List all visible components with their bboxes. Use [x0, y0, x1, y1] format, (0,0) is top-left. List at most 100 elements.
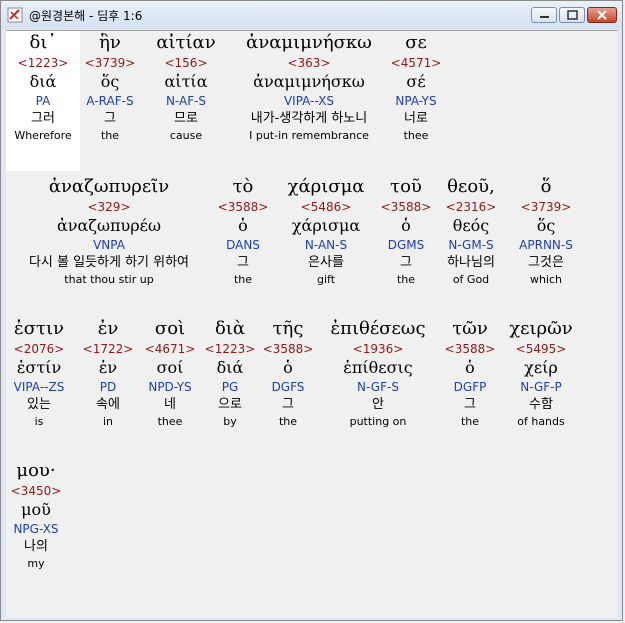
strong-number: <4571> [390, 56, 442, 70]
strong-number: <3588> [444, 342, 496, 356]
lemma: χάρισμα [291, 216, 361, 235]
english-gloss: the [100, 129, 120, 142]
close-button[interactable] [587, 7, 617, 23]
word-block[interactable]: τοῦ <3588> ὁ DGMS 그 the [378, 175, 434, 289]
english-gloss: in [102, 415, 114, 428]
word-block[interactable]: θεοῦ, <2316> θεός N-GM-S 하나님의 of God [438, 175, 504, 289]
lemma: μοῦ [21, 500, 51, 519]
strong-number: <5486> [300, 200, 352, 214]
parsing: DGFS [271, 380, 305, 394]
greek-word: σε [405, 32, 427, 53]
greek-word: ἐστιν [14, 318, 64, 339]
english-gloss: Wherefore [14, 129, 72, 142]
english-gloss: the [396, 273, 416, 286]
parsing: VNPA [93, 238, 125, 252]
lemma: διά [29, 72, 57, 91]
korean-gloss: 그 [237, 255, 249, 270]
lemma: ὅς [536, 216, 556, 235]
minimize-button[interactable] [531, 7, 557, 23]
word-block[interactable]: χάρισμα <5486> χάρισμα N-AN-S 은사를 gift [276, 175, 376, 289]
word-block[interactable]: ἐπιθέσεως <1936> ἐπίθεσις N-GF-S 안 putti… [320, 317, 436, 431]
korean-gloss: 내가-생각하게 하노니 [250, 111, 368, 126]
word-block[interactable]: τῶν <3588> ὁ DGFP 그 the [442, 317, 498, 431]
english-gloss: is [34, 415, 44, 428]
greek-word: ἣν [99, 32, 121, 53]
strong-number: <5495> [515, 342, 567, 356]
greek-word: τοῦ [390, 176, 422, 197]
strong-number: <3739> [84, 56, 136, 70]
window-title: @원경본해 - 딤후 1:6 [29, 9, 143, 23]
strong-number: <329> [87, 200, 131, 214]
strong-number: <1223> [17, 56, 69, 70]
word-block[interactable]: δι᾽ <1223> διά PA 그러 Wherefore [6, 31, 80, 171]
korean-gloss: 하나님의 [447, 255, 495, 270]
greek-word: τὸ [232, 176, 254, 197]
strong-number: <2316> [445, 200, 497, 214]
english-gloss: gift [316, 273, 336, 286]
word-block[interactable]: ὅ <3739> ὅς APRNN-S 그것은 which [508, 175, 584, 289]
parsing: NPA-YS [395, 94, 437, 108]
korean-gloss: 속에 [96, 397, 120, 412]
korean-gloss: 은사를 [308, 255, 344, 270]
word-block[interactable]: ἐστιν <2076> ἐστίν VIPA--ZS 있는 is [6, 317, 72, 431]
word-block[interactable]: ἣν <3739> ὅς A-RAF-S 그 the [80, 31, 140, 145]
word-block[interactable]: ἐν <1722> ἐν PD 속에 in [80, 317, 136, 431]
korean-gloss: 너로 [404, 111, 428, 126]
lemma: ὁ [283, 358, 293, 377]
word-block[interactable]: σε <4571> σέ NPA-YS 너로 thee [386, 31, 446, 145]
maximize-button[interactable] [559, 7, 585, 23]
lemma: θεός [452, 216, 490, 235]
word-block[interactable]: ἀναμιμνήσκω <363> ἀναμιμνήσκω VIPA--XS 내… [234, 31, 384, 145]
english-gloss: which [529, 273, 563, 286]
app-icon [7, 7, 23, 23]
parsing: VIPA--ZS [13, 380, 65, 394]
english-gloss: by [223, 415, 237, 428]
word-block[interactable]: σοὶ <4671> σοί NPD-YS 네 thee [140, 317, 200, 431]
lemma: ἐστίν [16, 358, 62, 377]
greek-word: ἐν [97, 318, 119, 339]
korean-gloss: 그 [464, 397, 476, 412]
interlinear-panel[interactable]: δι᾽ <1223> διά PA 그러 Wherefore ἣν <3739>… [6, 30, 618, 618]
lemma: ὁ [401, 216, 411, 235]
word-block[interactable]: διὰ <1223> διά PG 으로 by [202, 317, 258, 431]
greek-word: ἐπιθέσεως [330, 318, 426, 339]
parsing: PD [99, 380, 117, 394]
minimize-icon [540, 16, 549, 18]
korean-gloss: 다시 볼 일듯하게 하기 위하여 [28, 255, 190, 270]
strong-number: <3739> [520, 200, 572, 214]
korean-gloss: 으로 [218, 397, 242, 412]
parsing: VIPA--XS [283, 94, 335, 108]
maximize-icon [567, 10, 578, 20]
greek-word: ὅ [540, 176, 552, 197]
lemma: ἐν [98, 358, 118, 377]
parsing: NPD-YS [148, 380, 192, 394]
word-block[interactable]: αἰτίαν <156> αἰτία N-AF-S 므로 cause [142, 31, 230, 145]
korean-gloss: 그것은 [528, 255, 564, 270]
parsing: N-AF-S [165, 94, 207, 108]
word-block[interactable]: τὸ <3588> ὁ DANS 그 the [214, 175, 272, 289]
english-gloss: I put-in remembrance [249, 129, 369, 142]
parsing: PG [221, 380, 239, 394]
close-icon [597, 10, 607, 20]
english-gloss: thee [157, 415, 183, 428]
parsing: A-RAF-S [86, 94, 134, 108]
word-block[interactable]: τῆς <3588> ὁ DGFS 그 the [260, 317, 316, 431]
greek-word: ἀναζωπυρεῖν [48, 176, 170, 197]
word-block[interactable]: χειρῶν <5495> χείρ N-GF-P 수함 of hands [502, 317, 580, 431]
greek-word: σοὶ [154, 318, 186, 339]
word-block[interactable]: μου· <3450> μοῦ NPG-XS 나의 my [6, 459, 66, 573]
parsing: N-GF-S [357, 380, 399, 394]
greek-word: μου· [16, 460, 56, 481]
word-block[interactable]: ἀναζωπυρεῖν <329> ἀναζωπυρέω VNPA 다시 볼 일… [6, 175, 212, 289]
lemma: ἐπίθεσις [343, 358, 413, 377]
english-gloss: thee [403, 129, 429, 142]
greek-word: θεοῦ, [447, 176, 495, 197]
parsing: N-GF-P [520, 380, 562, 394]
greek-word: τῶν [452, 318, 488, 339]
english-gloss: of God [452, 273, 490, 286]
korean-gloss: 안 [372, 397, 384, 412]
lemma: σοί [156, 358, 184, 377]
korean-gloss: 네 [164, 397, 176, 412]
title-bar[interactable]: @원경본해 - 딤후 1:6 [1, 1, 622, 29]
greek-word: δι᾽ [29, 32, 57, 53]
